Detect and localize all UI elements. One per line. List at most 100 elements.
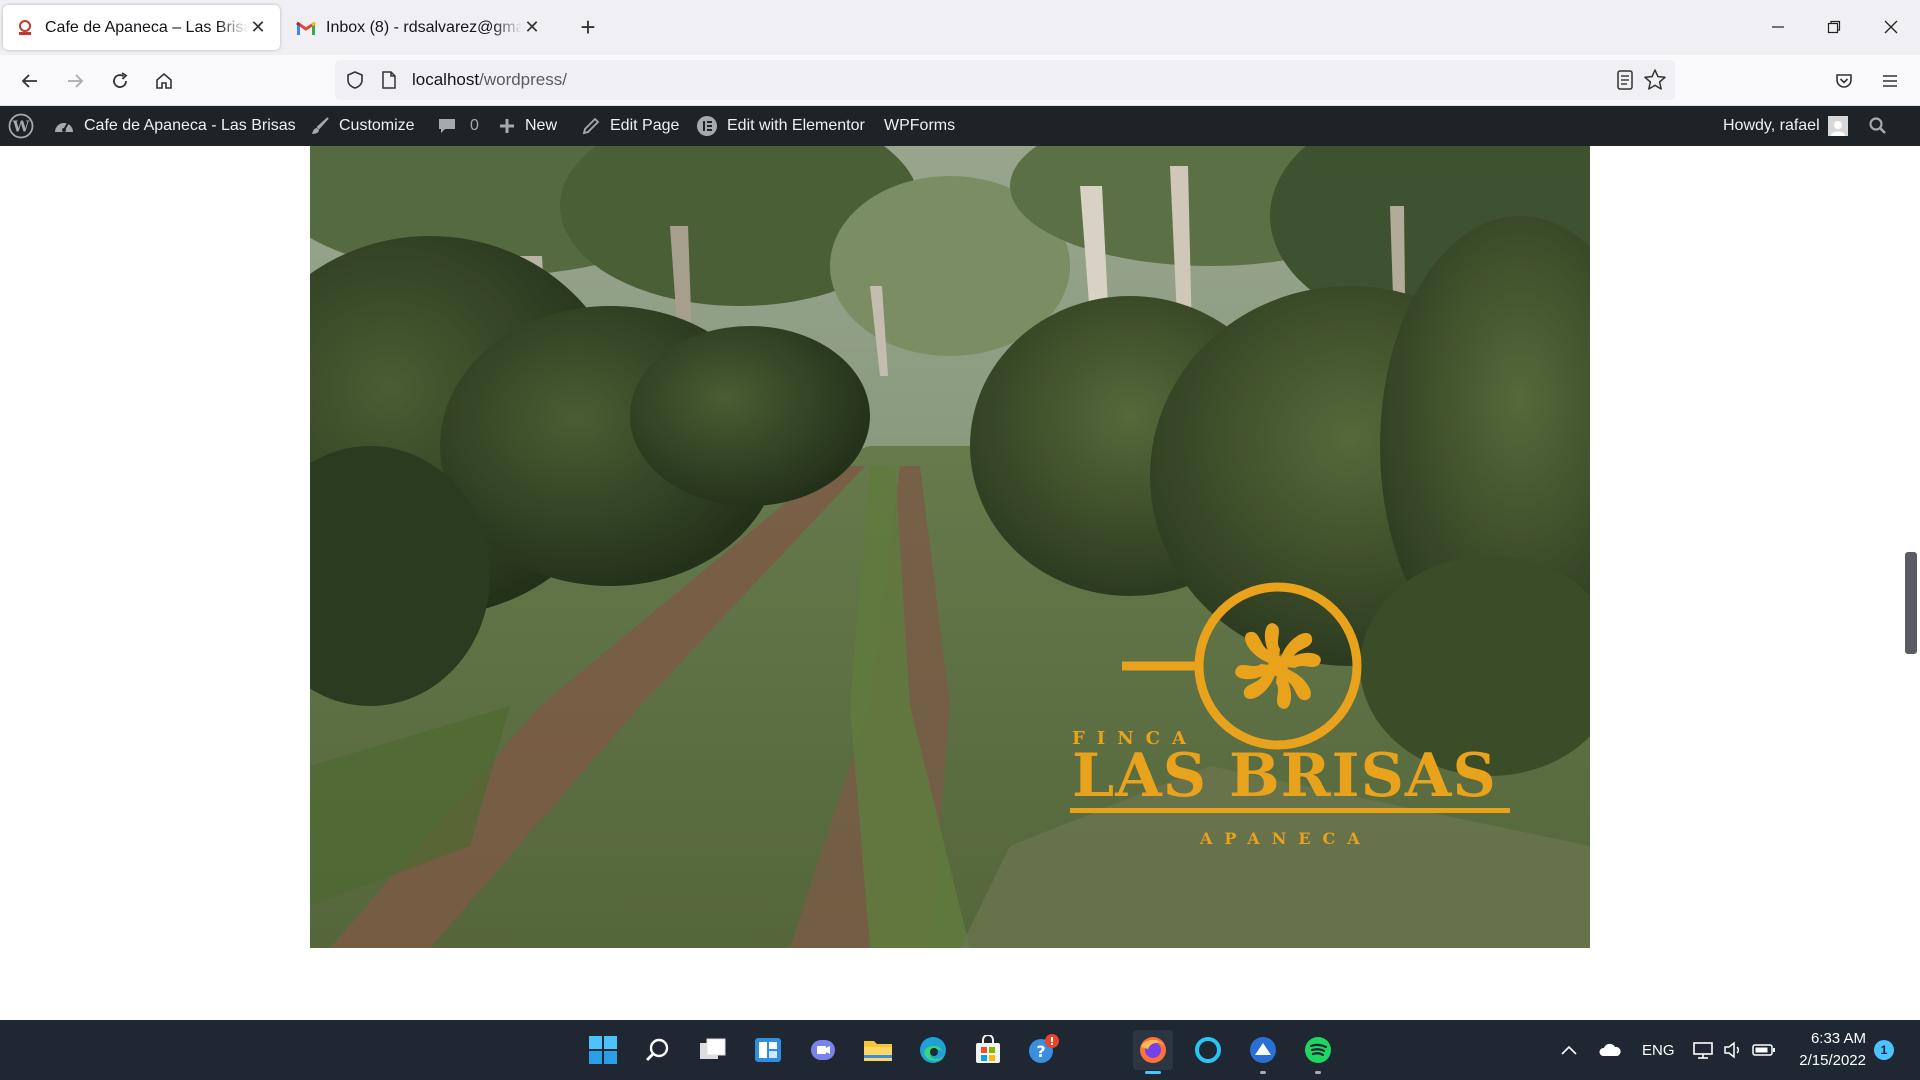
notification-center-button[interactable]: 1 (1874, 1020, 1894, 1080)
firefox-button[interactable] (1133, 1030, 1173, 1074)
microsoft-store-button[interactable] (968, 1030, 1008, 1070)
network-button[interactable] (1692, 1020, 1714, 1080)
battery-icon (1752, 1044, 1775, 1056)
running-app-indicator (1260, 1071, 1266, 1074)
paintbrush-icon (310, 116, 330, 136)
spotify-button[interactable] (1298, 1030, 1338, 1074)
home-button[interactable] (148, 65, 180, 97)
new-tab-button[interactable]: + (574, 12, 602, 42)
battery-button[interactable] (1752, 1020, 1776, 1080)
wp-logo-menu[interactable]: W (8, 106, 43, 146)
reader-view-icon[interactable] (1615, 69, 1635, 96)
edit-elementor-label: Edit with Elementor (727, 117, 865, 134)
tab-cafe-apaneca[interactable]: Cafe de Apaneca – Las Brisas – Just anot… (3, 5, 280, 50)
wp-admin-bar: W Cafe de Apaneca - Las Brisas Customize… (0, 106, 1920, 146)
close-tab-icon[interactable]: ✕ (248, 17, 268, 38)
windows-taskbar: ?! ENG 6:33 AM 2/15/2022 1 (0, 1020, 1920, 1080)
plus-icon (498, 117, 516, 135)
folder-icon (864, 1041, 892, 1061)
taskbar-search-button[interactable] (638, 1030, 678, 1070)
minimize-window-button[interactable] (1758, 10, 1798, 44)
teams-chat-button[interactable] (803, 1030, 843, 1070)
address-bar[interactable]: localhost/wordpress/ (335, 60, 1675, 100)
admin-search-button[interactable] (1868, 106, 1897, 146)
restore-window-button[interactable] (1814, 10, 1854, 44)
store-icon (976, 1035, 1000, 1063)
hero-image-coffee-farm: FINCA LAS BRISAS APANECA (310, 146, 1590, 948)
new-content-menu[interactable]: New (498, 106, 557, 146)
input-language-indicator[interactable]: ENG (1642, 1020, 1675, 1080)
clock-time: 6:33 AM (1810, 1030, 1866, 1047)
cloud-app-icon (1250, 1037, 1276, 1063)
help-icon: ?! (1029, 1034, 1059, 1063)
cortana-button[interactable] (1188, 1030, 1228, 1070)
start-button[interactable] (583, 1030, 623, 1070)
back-arrow-icon (21, 74, 37, 88)
comment-bubble-icon (437, 116, 457, 136)
customize-label: Customize (339, 117, 415, 134)
wpforms-menu[interactable]: WPForms (884, 106, 955, 146)
onedrive-cloud-icon (1599, 1043, 1621, 1056)
tracking-protection-shield-icon[interactable] (345, 70, 365, 95)
task-view-button[interactable] (693, 1030, 733, 1070)
site-name-menu[interactable]: Cafe de Apaneca - Las Brisas (53, 106, 296, 146)
edit-with-elementor-link[interactable]: Edit with Elementor (696, 106, 865, 146)
bookmark-star-icon[interactable] (1643, 68, 1667, 97)
edge-icon (920, 1037, 946, 1063)
site-name-label: Cafe de Apaneca - Las Brisas (84, 117, 296, 134)
speaker-icon (1724, 1041, 1740, 1059)
edge-browser-button[interactable] (913, 1030, 953, 1070)
minimize-icon (1772, 26, 1784, 28)
tab-title: Cafe de Apaneca – Las Brisas – Just anot… (45, 18, 248, 36)
widgets-button[interactable] (748, 1030, 788, 1070)
user-avatar (1827, 116, 1848, 136)
url-path: /wordpress/ (479, 70, 567, 89)
show-hidden-icons-button[interactable] (1560, 1020, 1578, 1080)
dashboard-gauge-icon (53, 116, 75, 136)
spotify-icon (1305, 1037, 1331, 1063)
file-explorer-button[interactable] (858, 1030, 898, 1070)
running-app-indicator (1315, 1071, 1321, 1074)
comments-link[interactable]: 0 (437, 106, 479, 146)
search-icon (1868, 116, 1888, 136)
svg-text:!: ! (1049, 1035, 1054, 1048)
navigation-toolbar: localhost/wordpress/ (0, 55, 1920, 106)
back-button[interactable] (14, 65, 46, 97)
get-help-button[interactable]: ?! (1023, 1030, 1063, 1070)
taskbar-clock[interactable]: 6:33 AM 2/15/2022 (1786, 1028, 1866, 1072)
pinwheel-icon (1235, 623, 1321, 709)
tab-gmail-inbox[interactable]: Inbox (8) - rdsalvarez@gmail.com - Gmail… (284, 5, 554, 50)
reload-icon (113, 72, 128, 88)
close-window-button[interactable] (1871, 10, 1911, 44)
edit-page-label: Edit Page (610, 117, 680, 134)
home-icon (156, 72, 172, 89)
app-menu-button[interactable] (1874, 65, 1906, 97)
windows-logo-icon (589, 1036, 617, 1064)
restore-icon (1827, 20, 1841, 34)
browser-tab-strip: Cafe de Apaneca – Las Brisas – Just anot… (0, 0, 1920, 55)
cortana-icon (1195, 1037, 1221, 1063)
page-info-icon[interactable] (380, 70, 398, 95)
logo-las-brisas-text: LAS BRISAS (1072, 741, 1497, 811)
svg-text:W: W (12, 118, 31, 136)
edit-page-link[interactable]: Edit Page (581, 106, 679, 146)
my-account-menu[interactable]: Howdy, rafael (1723, 106, 1848, 146)
forward-arrow-icon (68, 74, 84, 88)
chevron-up-icon (1561, 1045, 1577, 1055)
teams-chat-icon (811, 1040, 835, 1060)
pocket-button[interactable] (1828, 65, 1860, 97)
widgets-icon (755, 1038, 781, 1062)
url-text[interactable]: localhost/wordpress/ (412, 70, 567, 90)
forward-button[interactable] (59, 65, 91, 97)
onedrive-button[interactable] (1598, 1020, 1622, 1080)
customize-link[interactable]: Customize (310, 106, 415, 146)
close-tab-icon[interactable]: ✕ (522, 17, 542, 38)
scrollbar-thumb[interactable] (1905, 552, 1917, 654)
gmail-icon (296, 18, 316, 38)
reload-button[interactable] (104, 65, 136, 97)
comments-count: 0 (470, 117, 479, 134)
howdy-label: Howdy, rafael (1723, 117, 1820, 134)
logo-apaneca-text: APANECA (1199, 829, 1372, 848)
app-drive-button[interactable] (1243, 1030, 1283, 1074)
volume-button[interactable] (1722, 1020, 1744, 1080)
